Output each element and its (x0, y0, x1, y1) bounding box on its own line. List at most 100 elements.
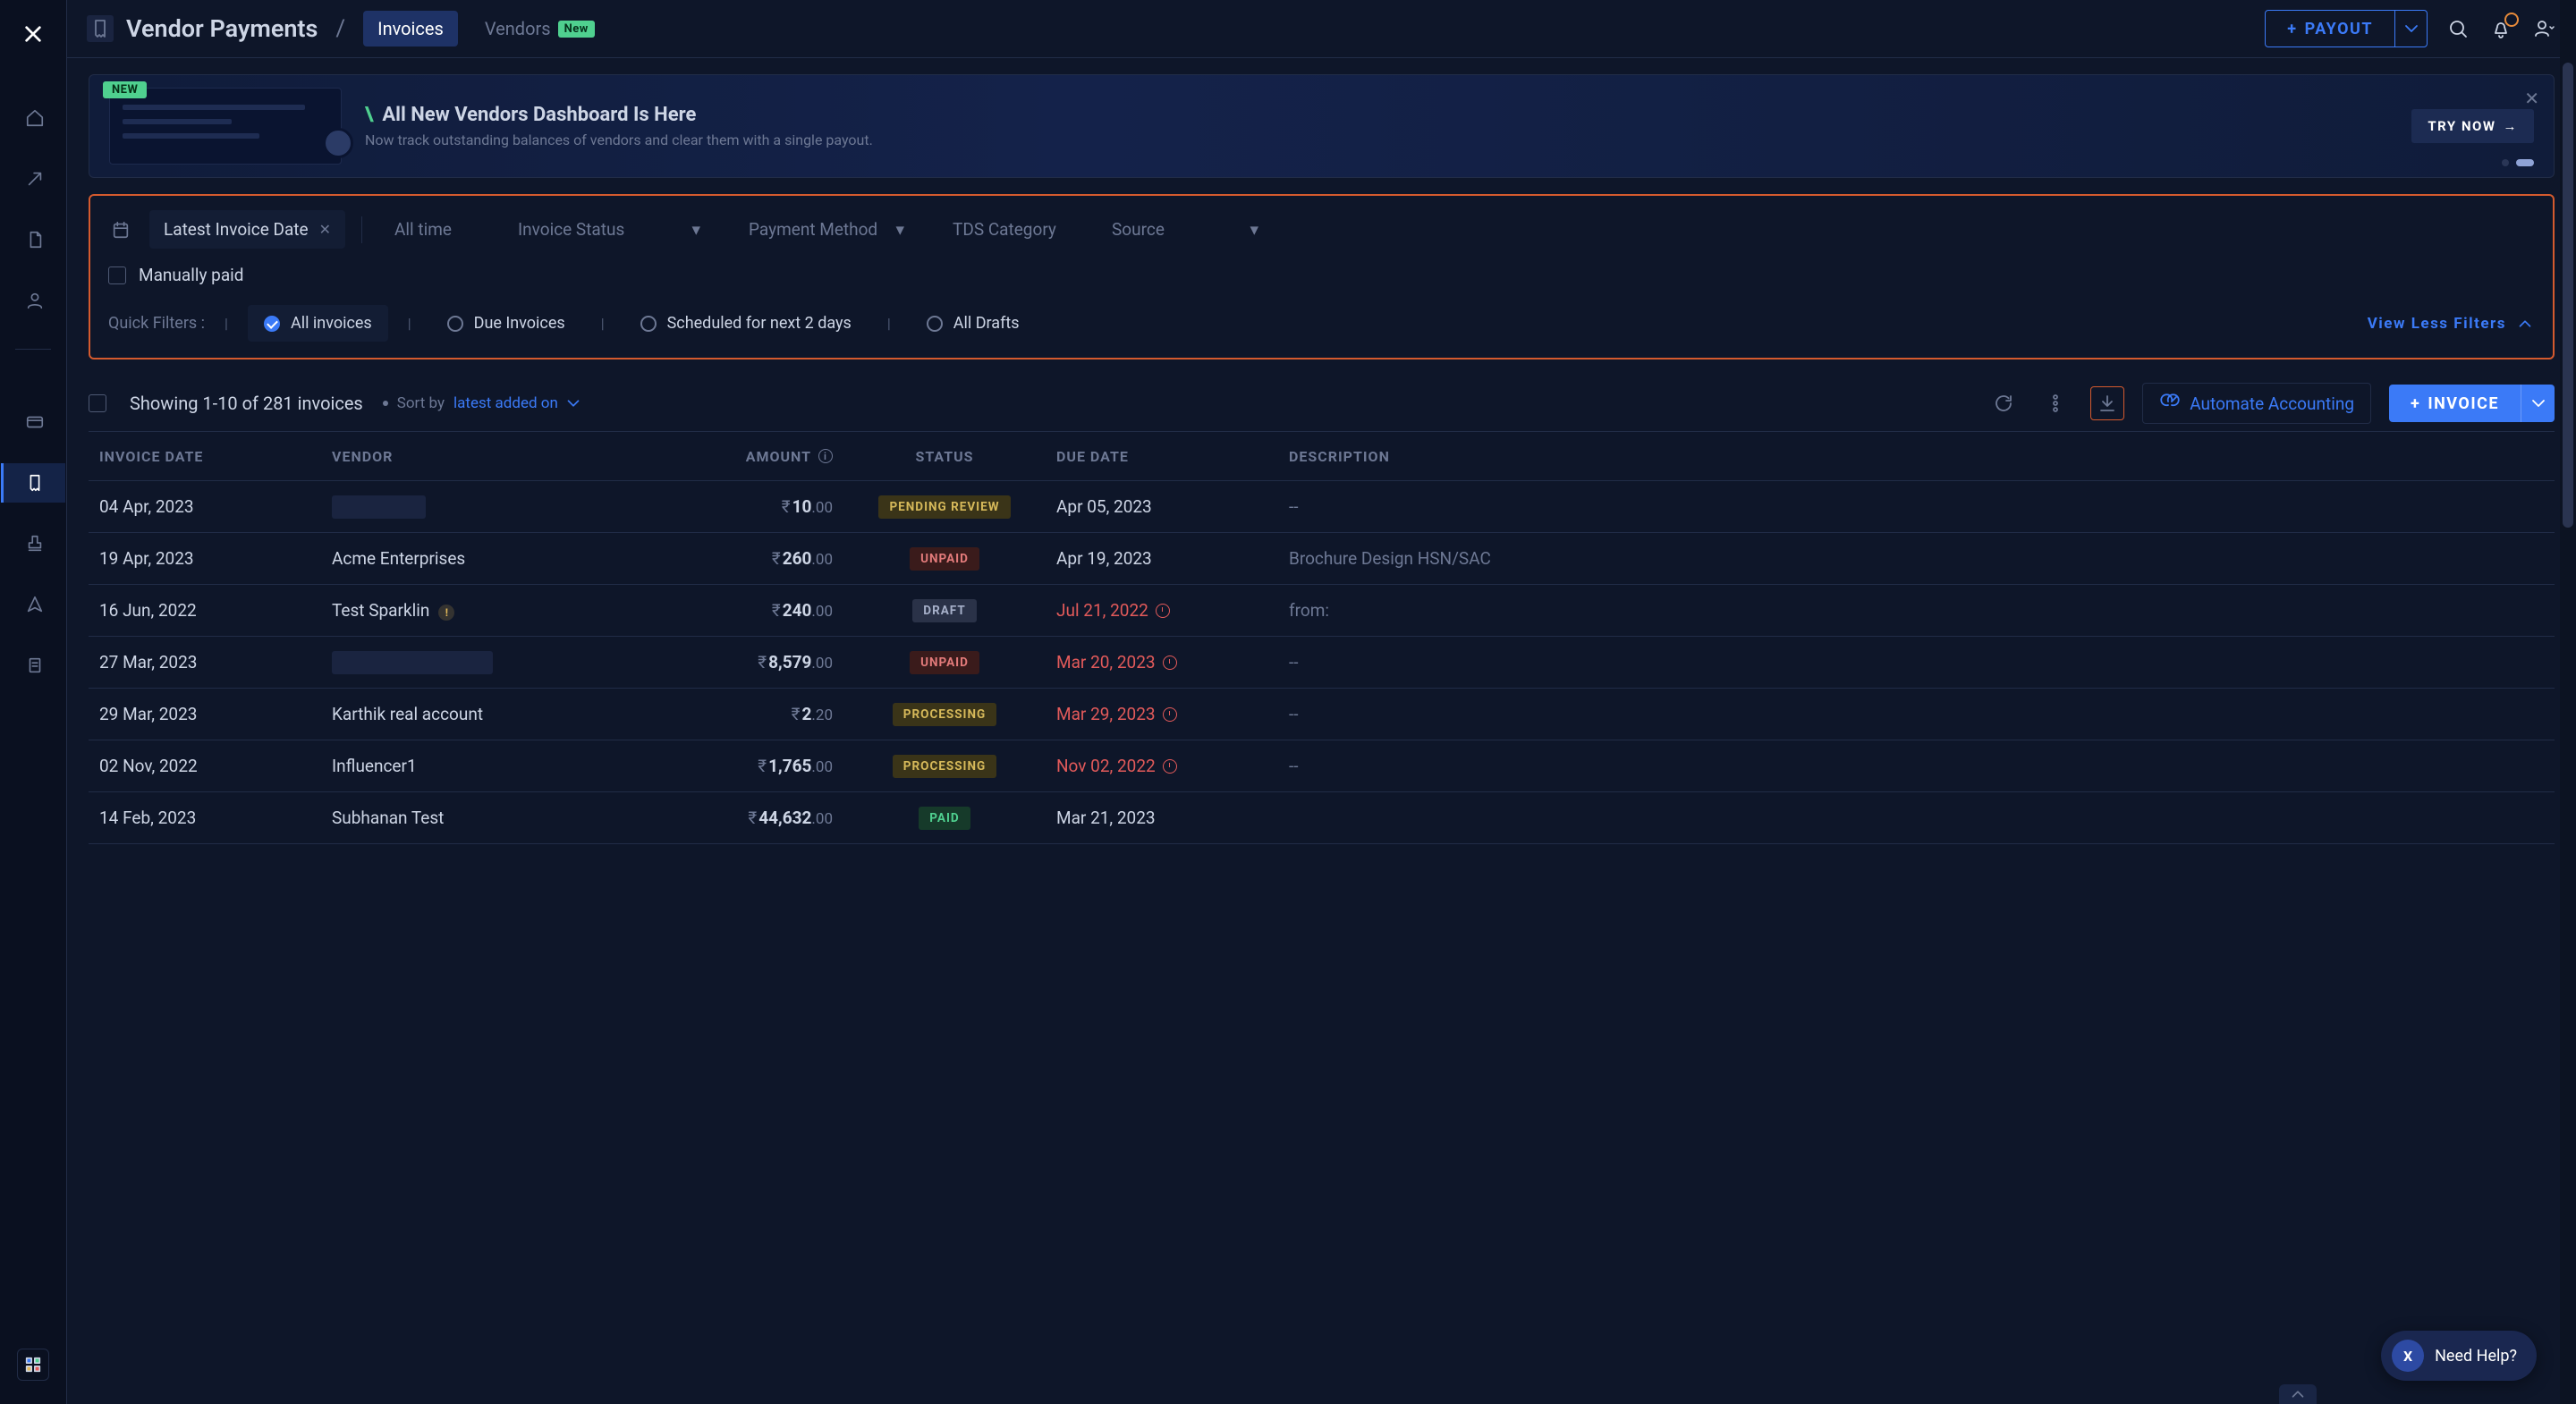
nav-card[interactable] (1, 402, 65, 442)
tab-vendors[interactable]: Vendors New (470, 11, 609, 47)
cell-date: 02 Nov, 2022 (99, 756, 332, 776)
nav-reports[interactable] (1, 646, 65, 685)
cell-amount: ₹10.00 (636, 496, 833, 517)
cell-status: UNPAID (833, 547, 1056, 571)
help-bubble[interactable]: X Need Help? (2381, 1331, 2537, 1381)
date-filter-label: Latest Invoice Date (164, 219, 309, 240)
arrow-right-icon: → (2504, 118, 2519, 134)
clear-date-filter[interactable]: ✕ (319, 221, 331, 238)
info-icon[interactable]: i (818, 449, 833, 463)
nav-document[interactable] (1, 220, 65, 259)
table-row[interactable]: 29 Mar, 2023Karthik real account₹2.20PRO… (89, 689, 2555, 740)
filters-panel: Latest Invoice Date ✕ All time Invoice S… (89, 194, 2555, 359)
col-status[interactable]: STATUS (833, 448, 1056, 465)
quick-filter-drafts[interactable]: All Drafts (911, 305, 1036, 342)
scrollbar-thumb[interactable] (2563, 63, 2573, 528)
payment-method-select[interactable]: Payment Method▾ (733, 210, 920, 249)
cell-vendor: Subhanan Test (332, 808, 636, 828)
cell-status: PROCESSING (833, 703, 1056, 726)
cell-amount: ₹240.00 (636, 600, 833, 621)
nav-invoices[interactable] (1, 463, 65, 503)
payout-caret[interactable] (2394, 11, 2427, 47)
warning-icon[interactable]: ! (438, 605, 454, 621)
cell-vendor: Acme Enterprises (332, 548, 636, 569)
nav-location[interactable] (1, 585, 65, 624)
quick-filter-scheduled[interactable]: Scheduled for next 2 days (624, 305, 868, 342)
banner-new-chip: NEW (103, 81, 147, 98)
slash-icon: \ (365, 104, 373, 126)
radio-icon (447, 316, 463, 332)
nav-send[interactable] (1, 159, 65, 199)
col-amount[interactable]: AMOUNTi (636, 448, 833, 465)
quick-filters-label: Quick Filters : (108, 314, 205, 333)
new-invoice-caret[interactable] (2521, 385, 2555, 422)
search-icon[interactable] (2445, 16, 2470, 41)
user-menu[interactable] (2531, 16, 2556, 41)
manually-paid-label: Manually paid (139, 265, 244, 285)
cell-status: DRAFT (833, 599, 1056, 622)
brand-logo[interactable] (15, 16, 51, 52)
cell-date: 19 Apr, 2023 (99, 548, 332, 569)
tds-category-select[interactable]: TDS Category (936, 210, 1080, 249)
try-now-button[interactable]: TRY NOW → (2411, 109, 2534, 143)
col-date[interactable]: INVOICE DATE (99, 448, 332, 465)
invoice-status-select[interactable]: Invoice Status▾ (502, 210, 716, 249)
col-vendor[interactable]: VENDOR (332, 448, 636, 465)
cell-status: PENDING REVIEW (833, 495, 1056, 519)
cell-due: Mar 29, 2023 (1056, 704, 1289, 724)
more-menu[interactable] (2038, 386, 2072, 420)
banner-pagination[interactable] (2502, 159, 2534, 166)
collapse-handle[interactable] (2279, 1384, 2317, 1404)
table-row[interactable]: 04 Apr, 2023 ₹10.00PENDING REVIEWApr 05,… (89, 481, 2555, 533)
cell-due: Jul 21, 2022 (1056, 600, 1289, 621)
breadcrumb-separator: / (335, 15, 345, 42)
table-row[interactable]: 27 Mar, 2023 ₹8,579.00UNPAIDMar 20, 2023… (89, 637, 2555, 689)
cell-due: Apr 19, 2023 (1056, 548, 1289, 569)
notification-pulse (2504, 13, 2519, 27)
sort-by[interactable]: Sort by latest added on (383, 393, 583, 413)
nav-stamp[interactable] (1, 524, 65, 563)
refresh-button[interactable] (1987, 386, 2021, 420)
cell-due: Mar 20, 2023 (1056, 652, 1289, 672)
col-due[interactable]: DUE DATE (1056, 448, 1289, 465)
tab-invoices[interactable]: Invoices (363, 11, 458, 47)
manually-paid-checkbox[interactable] (108, 266, 126, 284)
table-row[interactable]: 19 Apr, 2023Acme Enterprises₹260.00UNPAI… (89, 533, 2555, 585)
new-invoice-button[interactable]: +INVOICE (2389, 385, 2555, 422)
side-rail (0, 0, 67, 1404)
quick-filter-all[interactable]: All invoices (248, 305, 388, 342)
notifications-icon[interactable] (2488, 16, 2513, 41)
select-all-checkbox[interactable] (89, 394, 106, 412)
cell-status: UNPAID (833, 651, 1056, 674)
automate-accounting-button[interactable]: Automate Accounting (2142, 383, 2371, 424)
table-row[interactable]: 16 Jun, 2022Test Sparklin!₹240.00DRAFTJu… (89, 585, 2555, 637)
date-filter-chip[interactable]: Latest Invoice Date ✕ (149, 210, 345, 249)
cell-vendor: Influencer1 (332, 756, 636, 776)
radio-icon (927, 316, 943, 332)
view-less-filters[interactable]: View Less Filters (2368, 314, 2535, 334)
status-badge: PROCESSING (893, 703, 996, 726)
table-row[interactable]: 14 Feb, 2023Subhanan Test₹44,632.00PAIDM… (89, 792, 2555, 844)
download-button[interactable] (2090, 386, 2124, 420)
table-row[interactable]: 02 Nov, 2022Influencer1₹1,765.00PROCESSI… (89, 740, 2555, 792)
banner-close[interactable]: ✕ (2524, 88, 2539, 109)
quick-filter-due[interactable]: Due Invoices (431, 305, 581, 342)
source-select[interactable]: Source▾ (1096, 210, 1275, 249)
scrollbar[interactable] (2560, 0, 2576, 1404)
cell-vendor (332, 495, 636, 519)
try-now-label: TRY NOW (2428, 118, 2496, 134)
cell-vendor: Test Sparklin! (332, 600, 636, 621)
cell-description: -- (1289, 704, 2544, 724)
date-range-select[interactable]: All time (378, 210, 486, 249)
page-title: Vendor Payments (126, 14, 318, 43)
payout-button[interactable]: +PAYOUT (2265, 10, 2428, 47)
cell-amount: ₹8,579.00 (636, 652, 833, 672)
page-icon (87, 15, 114, 42)
apps-button[interactable] (17, 1349, 49, 1381)
col-desc[interactable]: DESCRIPTION (1289, 448, 2544, 465)
nav-home[interactable] (1, 98, 65, 138)
nav-contacts[interactable] (1, 281, 65, 320)
new-invoice-label: INVOICE (2428, 394, 2499, 413)
calendar-icon[interactable] (108, 217, 133, 242)
table-header: INVOICE DATE VENDOR AMOUNTi STATUS DUE D… (89, 431, 2555, 481)
